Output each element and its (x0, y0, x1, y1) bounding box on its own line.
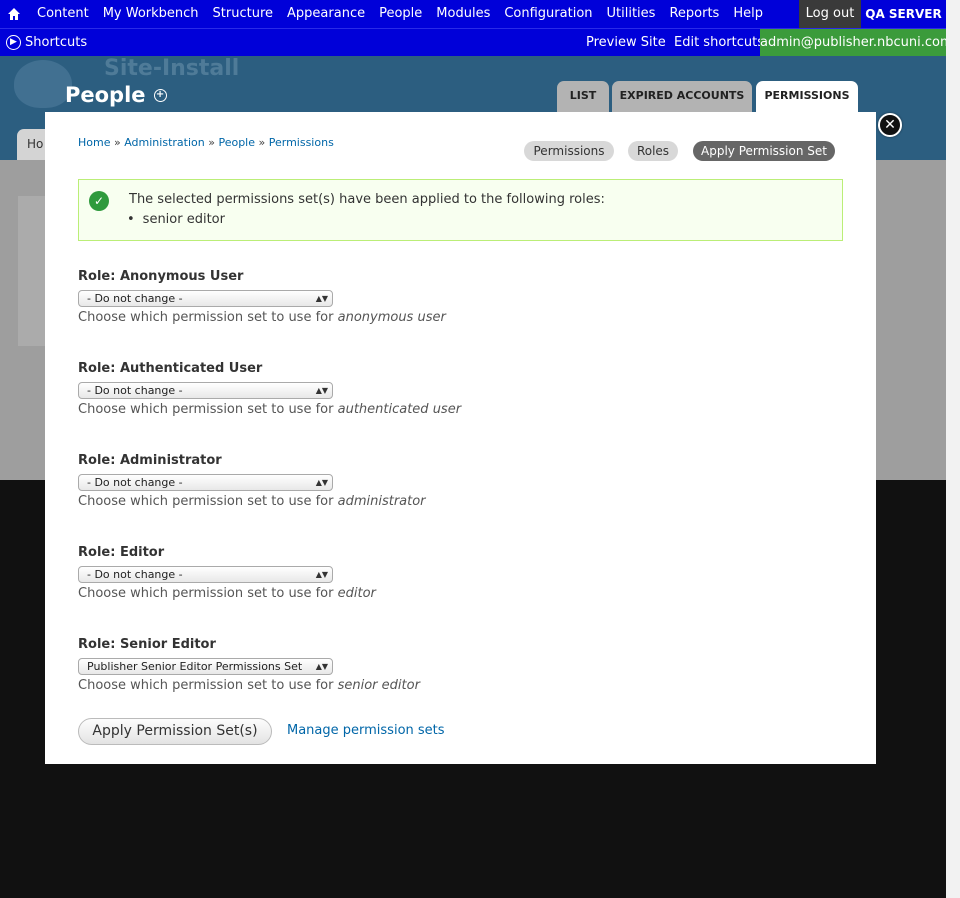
tab-list[interactable]: LIST (557, 81, 609, 113)
status-text: The selected permissions set(s) have bee… (129, 192, 605, 207)
breadcrumb-people[interactable]: People (218, 136, 255, 149)
edit-shortcuts-link[interactable]: Edit shortcuts (674, 29, 764, 56)
role-label: Role: Administrator (78, 453, 222, 468)
page-title-row: People + (65, 83, 167, 107)
toolbar-item-reports[interactable]: Reports (662, 0, 726, 28)
checkmark-icon: ✓ (89, 191, 109, 211)
add-shortcut-icon[interactable]: + (153, 88, 167, 102)
drupal-logo (14, 60, 72, 108)
role-description: Choose which permission set to use for s… (78, 678, 420, 693)
role-editor: Role: Editor - Do not change - ▲▼ Choose… (78, 545, 376, 601)
chevron-right-icon: ▶ (6, 35, 21, 50)
scrollbar[interactable] (946, 0, 960, 898)
toolbar-item-content[interactable]: Content (30, 0, 96, 28)
pill-roles[interactable]: Roles (628, 141, 678, 161)
toolbar-menu: Content My Workbench Structure Appearanc… (30, 0, 770, 28)
applied-roles-list: senior editor (127, 212, 225, 227)
shortcuts-toggle[interactable]: ▶ Shortcuts (6, 29, 87, 56)
status-message: ✓ The selected permissions set(s) have b… (78, 179, 843, 241)
toolbar-item-utilities[interactable]: Utilities (600, 0, 663, 28)
home-icon[interactable] (6, 6, 22, 22)
pill-apply-permission-set[interactable]: Apply Permission Set (693, 141, 835, 161)
role-description: Choose which permission set to use for a… (78, 494, 426, 509)
role-label: Role: Editor (78, 545, 165, 560)
role-administrator: Role: Administrator - Do not change - ▲▼… (78, 453, 426, 509)
preview-site-link[interactable]: Preview Site (586, 29, 666, 56)
breadcrumb-administration[interactable]: Administration (124, 136, 205, 149)
role-label: Role: Senior Editor (78, 637, 216, 652)
select-arrows-icon: ▲▼ (315, 386, 328, 395)
role-authenticated: Role: Authenticated User - Do not change… (78, 361, 461, 417)
tab-permissions[interactable]: PERMISSIONS (756, 81, 858, 113)
site-name: Site-Install (104, 56, 240, 81)
toolbar-item-help[interactable]: Help (726, 0, 770, 28)
role-description: Choose which permission set to use for a… (78, 402, 462, 417)
permissions-dialog: Home » Administration » People » Permiss… (45, 112, 876, 764)
tab-expired-accounts[interactable]: EXPIRED ACCOUNTS (612, 81, 752, 113)
apply-permission-sets-button[interactable]: Apply Permission Set(s) (78, 718, 272, 745)
role-label: Role: Authenticated User (78, 361, 263, 376)
toolbar-item-my-workbench[interactable]: My Workbench (96, 0, 206, 28)
permission-set-select[interactable]: - Do not change - ▲▼ (78, 290, 333, 307)
select-arrows-icon: ▲▼ (315, 478, 328, 487)
logout-link[interactable]: Log out (799, 0, 861, 28)
admin-toolbar: Content My Workbench Structure Appearanc… (0, 0, 946, 28)
toolbar-item-modules[interactable]: Modules (429, 0, 497, 28)
permission-set-select[interactable]: Publisher Senior Editor Permissions Set … (78, 658, 333, 675)
toolbar-item-people[interactable]: People (372, 0, 429, 28)
select-arrows-icon: ▲▼ (315, 662, 328, 671)
role-anonymous: Role: Anonymous User - Do not change - ▲… (78, 269, 446, 325)
toolbar-item-appearance[interactable]: Appearance (280, 0, 372, 28)
permission-set-select[interactable]: - Do not change - ▲▼ (78, 566, 333, 583)
toolbar-item-structure[interactable]: Structure (206, 0, 280, 28)
breadcrumb-permissions[interactable]: Permissions (269, 136, 334, 149)
role-label: Role: Anonymous User (78, 269, 244, 284)
select-arrows-icon: ▲▼ (315, 294, 328, 303)
role-description: Choose which permission set to use for a… (78, 310, 446, 325)
shortcuts-bar: ▶ Shortcuts Preview Site Edit shortcuts … (0, 28, 953, 56)
pill-permissions[interactable]: Permissions (524, 141, 614, 161)
close-icon[interactable]: ✕ (878, 113, 902, 137)
breadcrumb: Home » Administration » People » Permiss… (78, 136, 334, 149)
permission-set-select[interactable]: - Do not change - ▲▼ (78, 474, 333, 491)
manage-permission-sets-link[interactable]: Manage permission sets (287, 723, 445, 738)
list-item: senior editor (127, 212, 225, 227)
role-senior-editor: Role: Senior Editor Publisher Senior Edi… (78, 637, 420, 693)
page-title: People (65, 83, 146, 107)
role-description: Choose which permission set to use for e… (78, 586, 376, 601)
user-account-link[interactable]: admin@publisher.nbcuni.com (760, 29, 953, 56)
toolbar-item-configuration[interactable]: Configuration (497, 0, 599, 28)
permission-set-select[interactable]: - Do not change - ▲▼ (78, 382, 333, 399)
shortcuts-label: Shortcuts (25, 35, 88, 50)
server-label: QA SERVER (865, 7, 942, 21)
breadcrumb-home[interactable]: Home (78, 136, 110, 149)
select-arrows-icon: ▲▼ (315, 570, 328, 579)
